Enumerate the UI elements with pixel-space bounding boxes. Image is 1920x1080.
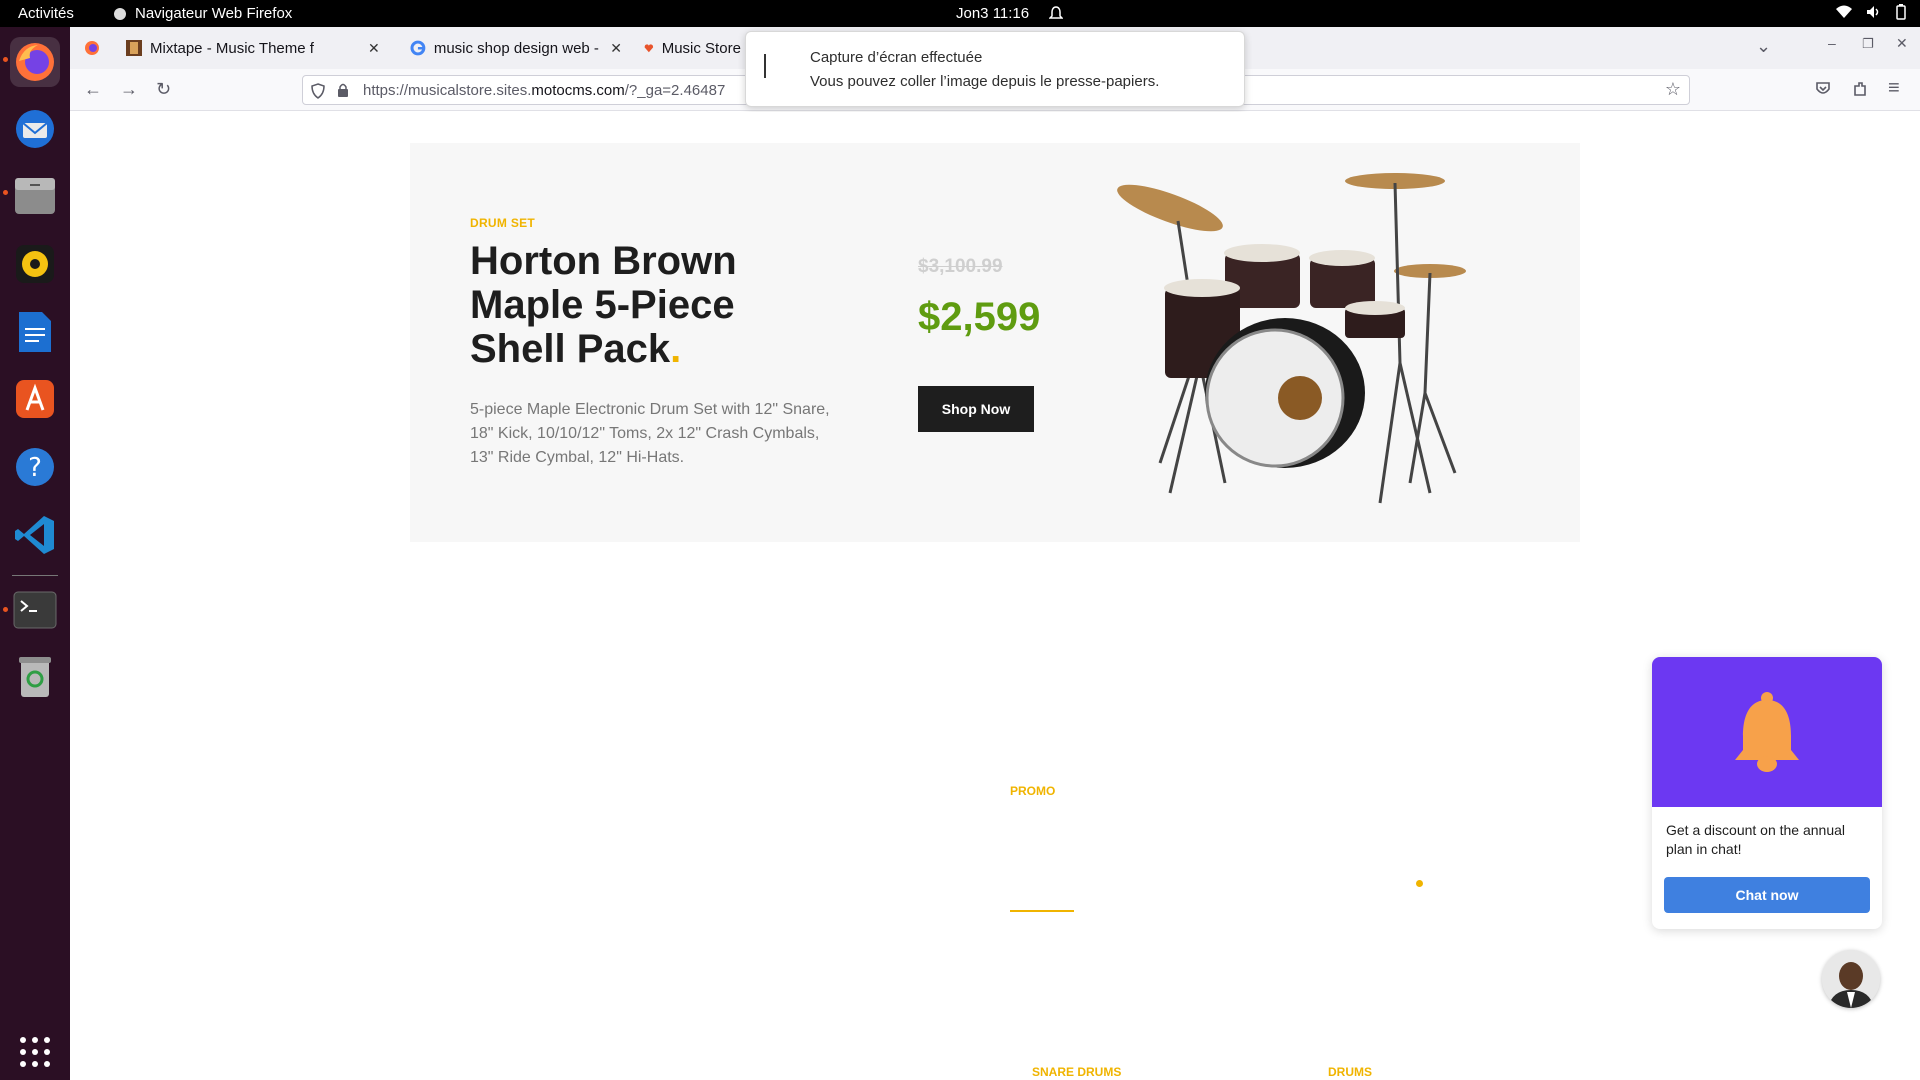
music-store-favicon-icon [644,44,654,53]
chat-banner [1652,657,1882,807]
restore-window-icon[interactable]: ❐ [1862,36,1874,52]
volume-icon [1867,6,1879,18]
url-prefix: https://musicalstore.sites. [363,82,532,99]
drum-kit-image [1117,173,1466,504]
chat-now-button[interactable]: Chat now [1664,877,1870,913]
list-all-tabs-icon[interactable]: ⌄ [1756,36,1771,57]
product-hero: DRUM SET Horton Brown Maple 5-Piece Shel… [410,143,1580,542]
running-indicator [3,190,8,195]
software-center-icon[interactable] [10,374,60,424]
close-window-icon[interactable]: ✕ [1896,35,1908,52]
url-domain: motocms.com [531,82,625,99]
shop-now-button[interactable]: Shop Now [918,386,1034,432]
clock[interactable]: Jon3 11:16 [956,5,1064,22]
app-grid-icon[interactable] [10,1027,60,1077]
pocket-icon[interactable] [1815,81,1831,97]
title-accent-dot: . [670,327,682,371]
category-drums[interactable]: DRUMS [1328,1065,1372,1079]
firefox-view-icon [85,41,99,55]
terminal-icon[interactable] [10,585,60,635]
tab-mixtape[interactable]: Mixtape - Music Theme f ✕ [116,31,396,65]
product-description: 5-piece Maple Electronic Drum Set with 1… [470,401,830,466]
dock: ? [0,27,70,1080]
firefox-icon[interactable] [10,37,60,87]
chat-agent-avatar[interactable] [1822,950,1880,1008]
svg-text:?: ? [28,453,42,483]
chat-message: Get a discount on the annual plan in cha… [1666,822,1846,857]
back-icon[interactable]: ← [84,79,102,100]
trash-icon[interactable] [10,652,60,702]
url-text: https://musicalstore.sites.motocms.com/?… [363,82,725,99]
mixtape-favicon-icon [126,40,142,56]
activities-button[interactable]: Activités [18,5,74,22]
old-price: $3,100.99 [918,256,1003,277]
promo-accent-dot [1416,880,1423,887]
thunderbird-icon[interactable] [10,104,60,154]
lock-icon[interactable] [337,83,349,98]
promo-label: PROMO [1010,784,1056,798]
bell-icon [1735,692,1799,772]
close-tab-icon[interactable]: ✕ [368,40,380,57]
google-favicon-icon [410,40,426,56]
notification-bell-icon [1049,5,1064,19]
screenshot-thumbnail [764,54,796,78]
clock-label: Jon3 11:16 [956,5,1030,22]
chat-promo-widget: Get a discount on the annual plan in cha… [1652,657,1882,929]
extensions-icon[interactable] [1852,81,1868,97]
rhythmbox-icon[interactable] [10,239,60,289]
bookmark-star-icon[interactable]: ☆ [1665,79,1681,100]
dock-separator [12,575,58,576]
wifi-icon [1836,5,1852,18]
help-icon[interactable]: ? [10,442,60,492]
running-indicator [3,607,8,612]
app-menu-label: Navigateur Web Firefox [135,5,293,22]
tab-google-search[interactable]: music shop design web - ✕ [400,31,632,65]
firefox-view-tab[interactable] [74,31,114,65]
firefox-small-icon [114,7,126,20]
url-suffix: /?_ga=2.46487 [624,82,726,99]
tab-label: music shop design web - [433,39,599,57]
product-title-text: Horton Brown Maple 5-Piece Shell Pack [470,239,737,371]
notification-title: Capture d’écran effectuée [810,49,983,66]
system-top-bar: Activités Navigateur Web Firefox Jon3 11… [0,0,1920,27]
tab-label: Mixtape - Music Theme f [150,39,314,57]
notification-body: Vous pouvez coller l’image depuis le pre… [810,73,1160,90]
screenshot-notification[interactable]: Capture d’écran effectuée Vous pouvez co… [745,31,1245,107]
vscode-icon[interactable] [10,510,60,560]
files-icon[interactable] [10,171,60,221]
current-price: $2,599 [918,295,1041,339]
promo-underline [1010,910,1074,912]
forward-icon[interactable]: → [120,79,138,100]
running-indicator [3,57,8,62]
writer-icon[interactable] [10,307,60,357]
app-menu[interactable]: Navigateur Web Firefox [113,5,292,22]
reload-icon[interactable]: ↻ [156,79,171,100]
close-tab-icon[interactable]: ✕ [610,40,622,57]
minimize-window-icon[interactable]: – [1828,35,1836,51]
battery-icon [1896,4,1906,20]
hamburger-menu-icon[interactable]: ≡ [1888,77,1900,100]
system-tray[interactable] [1836,4,1906,20]
web-page: DRUM SET Horton Brown Maple 5-Piece Shel… [70,112,1920,1080]
product-category: DRUM SET [470,216,536,230]
category-snare-drums[interactable]: SNARE DRUMS [1032,1065,1121,1079]
product-title: Horton Brown Maple 5-Piece Shell Pack. [470,239,830,371]
tracking-protection-shield-icon[interactable] [311,83,325,99]
